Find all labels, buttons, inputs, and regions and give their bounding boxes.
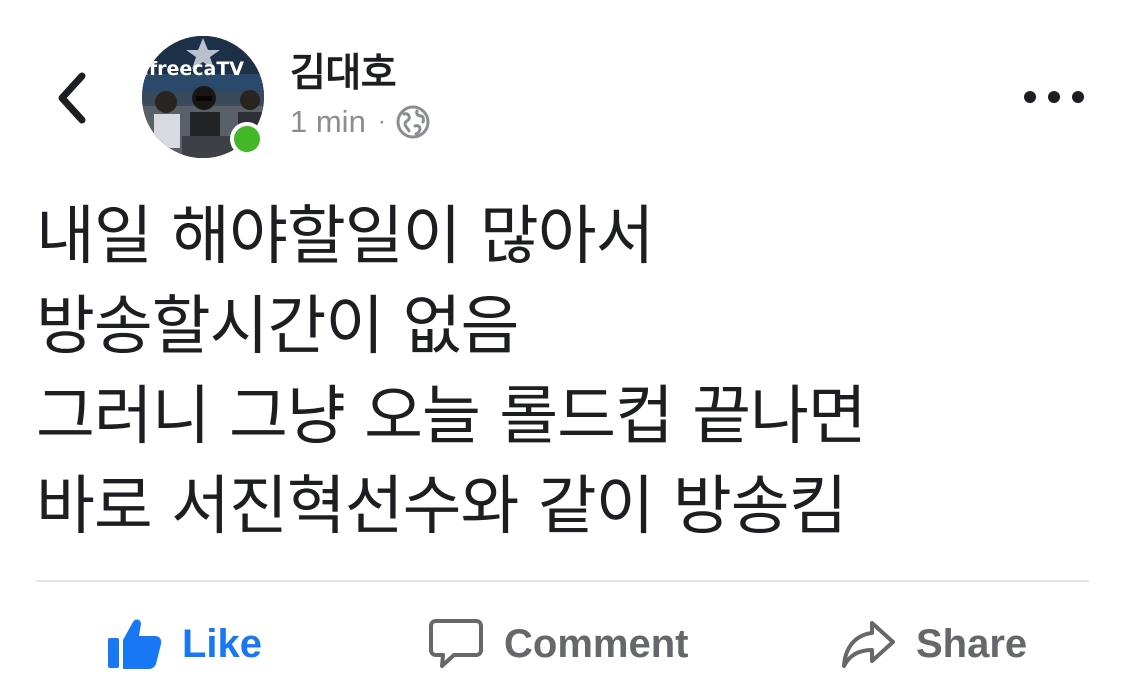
like-button[interactable]: Like: [104, 614, 262, 674]
comment-button[interactable]: Comment: [426, 614, 688, 674]
post-line: 바로 서진혁선수와 같이 방송킴: [36, 470, 847, 544]
more-horizontal-icon: [1072, 91, 1084, 103]
author-name[interactable]: 김대호: [290, 42, 397, 98]
post-body: 내일 해야할일이 많아서 방송할시간이 없음 그러니 그냥 오늘 롤드컵 끝나면…: [36, 192, 1096, 552]
svg-text:afreecaTV: afreecaTV: [142, 58, 244, 80]
post-timestamp[interactable]: 1 min: [290, 104, 366, 140]
share-arrow-icon: [838, 614, 898, 674]
share-label: Share: [916, 621, 1028, 666]
post-meta: 1 min ·: [290, 100, 431, 144]
more-horizontal-icon: [1024, 91, 1036, 103]
more-horizontal-icon: [1048, 91, 1060, 103]
post-line: 내일 해야할일이 많아서: [36, 200, 655, 274]
globe-icon[interactable]: [395, 104, 431, 140]
comment-label: Comment: [504, 621, 689, 666]
meta-separator: ·: [377, 108, 386, 135]
post-view: afreecaTV 김대호 1 min · 내일 해야할일이 많아서 방송할시간…: [0, 0, 1125, 688]
thumbs-up-icon: [104, 614, 164, 674]
like-label: Like: [182, 621, 263, 666]
comment-bubble-icon: [426, 614, 486, 674]
chevron-left-icon: [58, 72, 86, 124]
post-line: 그러니 그냥 오늘 롤드컵 끝나면: [36, 380, 867, 454]
post-action-bar: Like Comment Share: [0, 600, 1125, 688]
back-button[interactable]: [48, 68, 94, 128]
post-line: 방송할시간이 없음: [36, 290, 519, 364]
online-status-indicator: [230, 122, 264, 156]
divider: [36, 580, 1089, 582]
more-options-button[interactable]: [1024, 82, 1084, 112]
share-button[interactable]: Share: [838, 614, 1027, 674]
author-avatar-container[interactable]: afreecaTV: [142, 36, 266, 160]
